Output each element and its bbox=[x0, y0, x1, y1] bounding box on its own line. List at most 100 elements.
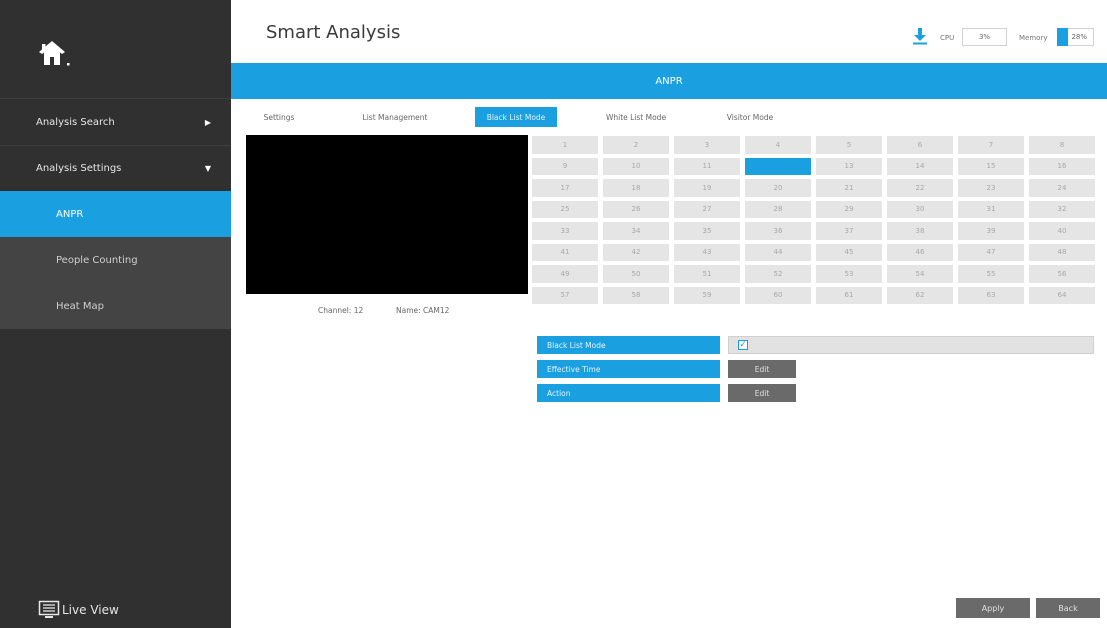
channel-button[interactable]: 55 bbox=[958, 265, 1024, 283]
memory-usage-bar bbox=[1057, 28, 1068, 46]
channel-button[interactable]: 33 bbox=[532, 222, 598, 240]
channel-button[interactable]: 27 bbox=[674, 200, 740, 218]
channel-button[interactable]: 19 bbox=[674, 179, 740, 197]
channel-button[interactable]: 18 bbox=[603, 179, 669, 197]
channel-button[interactable]: 40 bbox=[1029, 222, 1095, 240]
channel-button[interactable]: 9 bbox=[532, 157, 598, 175]
channel-button[interactable]: 10 bbox=[603, 157, 669, 175]
channel-button[interactable]: 44 bbox=[745, 243, 811, 261]
channel-button[interactable]: 53 bbox=[816, 265, 882, 283]
channel-button[interactable]: 36 bbox=[745, 222, 811, 240]
action-edit-button[interactable]: Edit bbox=[728, 384, 796, 402]
channel-button[interactable]: 26 bbox=[603, 200, 669, 218]
channel-button[interactable]: 6 bbox=[887, 136, 953, 154]
section-title: ANPR bbox=[655, 75, 683, 87]
tab-visitor-mode[interactable]: Visitor Mode bbox=[712, 107, 788, 127]
channel-button[interactable]: 35 bbox=[674, 222, 740, 240]
tab-white-list-mode[interactable]: White List Mode bbox=[592, 107, 680, 127]
video-preview bbox=[246, 135, 528, 294]
channel-button[interactable]: 28 bbox=[745, 200, 811, 218]
channel-button[interactable]: 23 bbox=[958, 179, 1024, 197]
effective-time-edit-button[interactable]: Edit bbox=[728, 360, 796, 378]
channel-button[interactable]: 4 bbox=[745, 136, 811, 154]
back-button[interactable]: Back bbox=[1036, 598, 1100, 618]
black-list-mode-label: Black List Mode bbox=[537, 336, 720, 354]
channel-button[interactable]: 2 bbox=[603, 136, 669, 154]
channel-button[interactable]: 50 bbox=[603, 265, 669, 283]
channel-button[interactable]: 39 bbox=[958, 222, 1024, 240]
channel-button[interactable]: 56 bbox=[1029, 265, 1095, 283]
tab-black-list-mode[interactable]: Black List Mode bbox=[475, 107, 557, 127]
channel-button[interactable]: 38 bbox=[887, 222, 953, 240]
channel-button[interactable]: 34 bbox=[603, 222, 669, 240]
channel-button[interactable]: 46 bbox=[887, 243, 953, 261]
channel-button[interactable]: 42 bbox=[603, 243, 669, 261]
channel-button[interactable]: 59 bbox=[674, 286, 740, 304]
channel-button[interactable]: 64 bbox=[1029, 286, 1095, 304]
channel-button[interactable]: 37 bbox=[816, 222, 882, 240]
sidebar-item-people-counting[interactable]: People Counting bbox=[0, 237, 231, 283]
action-label: Action bbox=[537, 384, 720, 402]
sidebar-item-label: Analysis Search bbox=[36, 116, 115, 128]
channel-button[interactable]: 60 bbox=[745, 286, 811, 304]
channel-button[interactable]: 31 bbox=[958, 200, 1024, 218]
channel-button[interactable]: 29 bbox=[816, 200, 882, 218]
memory-label: Memory bbox=[1019, 34, 1048, 42]
channel-button[interactable]: 22 bbox=[887, 179, 953, 197]
sidebar-item-label: ANPR bbox=[56, 208, 84, 220]
channel-button[interactable]: 17 bbox=[532, 179, 598, 197]
sidebar-item-analysis-search[interactable]: Analysis Search ▶ bbox=[0, 99, 231, 145]
channel-button[interactable]: 51 bbox=[674, 265, 740, 283]
effective-time-label: Effective Time bbox=[537, 360, 720, 378]
channel-button[interactable]: 3 bbox=[674, 136, 740, 154]
channel-button[interactable]: 61 bbox=[816, 286, 882, 304]
channel-button[interactable]: 43 bbox=[674, 243, 740, 261]
channel-button[interactable]: 48 bbox=[1029, 243, 1095, 261]
caret-right-icon: ▶ bbox=[204, 117, 212, 127]
channel-button[interactable]: 45 bbox=[816, 243, 882, 261]
channel-button[interactable]: 7 bbox=[958, 136, 1024, 154]
sidebar-item-anpr[interactable]: ANPR bbox=[0, 191, 231, 237]
channel-button[interactable]: 21 bbox=[816, 179, 882, 197]
cpu-label: CPU bbox=[940, 34, 955, 42]
channel-button[interactable]: 13 bbox=[816, 157, 882, 175]
channel-button[interactable]: 20 bbox=[745, 179, 811, 197]
channel-button[interactable]: 11 bbox=[674, 157, 740, 175]
channel-button[interactable]: 41 bbox=[532, 243, 598, 261]
sidebar-item-label: Analysis Settings bbox=[36, 162, 122, 174]
channel-button[interactable]: 58 bbox=[603, 286, 669, 304]
section-banner: ANPR bbox=[231, 63, 1107, 99]
channel-button[interactable]: 49 bbox=[532, 265, 598, 283]
channel-button[interactable]: 15 bbox=[958, 157, 1024, 175]
live-view-button[interactable]: Live View bbox=[38, 600, 119, 620]
channel-button[interactable]: 14 bbox=[887, 157, 953, 175]
channel-button[interactable]: 57 bbox=[532, 286, 598, 304]
tab-list-management[interactable]: List Management bbox=[345, 107, 445, 127]
camera-name-label: Name: CAM12 bbox=[396, 306, 450, 315]
channel-button[interactable]: 52 bbox=[745, 265, 811, 283]
black-list-mode-field: ✓ bbox=[728, 336, 1094, 354]
tab-settings[interactable]: Settings bbox=[246, 107, 312, 127]
channel-button[interactable]: 47 bbox=[958, 243, 1024, 261]
black-list-mode-checkbox[interactable]: ✓ bbox=[738, 340, 748, 350]
sidebar: Analysis Search ▶ Analysis Settings ▼ AN… bbox=[0, 0, 231, 628]
channel-button[interactable]: 12 bbox=[745, 157, 811, 175]
channel-button[interactable]: 30 bbox=[887, 200, 953, 218]
apply-button[interactable]: Apply bbox=[956, 598, 1030, 618]
channel-button[interactable]: 1 bbox=[532, 136, 598, 154]
download-icon[interactable] bbox=[912, 27, 928, 45]
channel-button[interactable]: 54 bbox=[887, 265, 953, 283]
channel-button[interactable]: 5 bbox=[816, 136, 882, 154]
channel-button[interactable]: 25 bbox=[532, 200, 598, 218]
sidebar-item-analysis-settings[interactable]: Analysis Settings ▼ bbox=[0, 145, 231, 191]
channel-button[interactable]: 62 bbox=[887, 286, 953, 304]
channel-button[interactable]: 63 bbox=[958, 286, 1024, 304]
sidebar-item-label: People Counting bbox=[56, 254, 138, 266]
channel-button[interactable]: 32 bbox=[1029, 200, 1095, 218]
caret-down-icon: ▼ bbox=[204, 163, 212, 173]
channel-button[interactable]: 8 bbox=[1029, 136, 1095, 154]
channel-button[interactable]: 16 bbox=[1029, 157, 1095, 175]
sidebar-item-heat-map[interactable]: Heat Map bbox=[0, 283, 231, 329]
channel-button[interactable]: 24 bbox=[1029, 179, 1095, 197]
home-icon[interactable] bbox=[36, 38, 76, 72]
